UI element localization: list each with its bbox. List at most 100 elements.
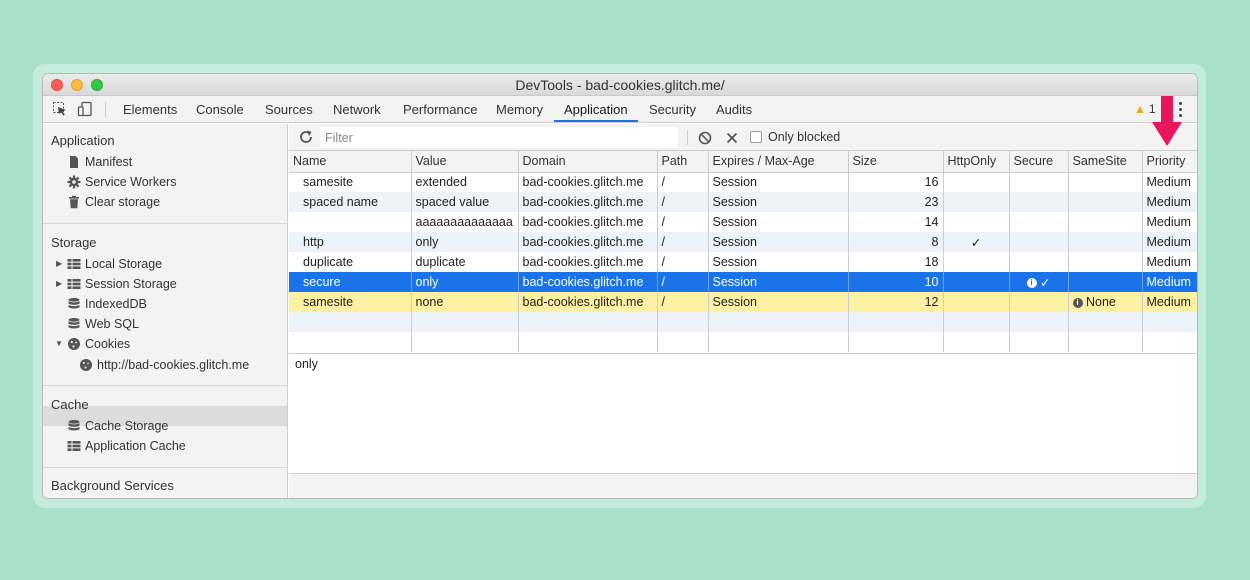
tab-memory[interactable]: Memory (496, 96, 543, 123)
sidebar-item-label: Local Storage (85, 257, 163, 271)
cell-samesite (1068, 212, 1143, 232)
cell-name: duplicate (289, 252, 412, 272)
cell-size: 12 (848, 292, 944, 312)
filter-input[interactable] (320, 127, 678, 148)
clear-all-icon[interactable] (697, 130, 713, 146)
cell-domain: bad-cookies.glitch.me (518, 292, 658, 312)
file-icon (70, 156, 78, 168)
active-tab-indicator (554, 120, 638, 122)
cell-samesite (1068, 232, 1143, 252)
devtools-window: DevTools - bad-cookies.glitch.me/ Elemen… (42, 73, 1198, 499)
refresh-icon[interactable] (298, 129, 314, 145)
column-header-value[interactable]: Value (411, 151, 519, 173)
cell-samesite (1068, 272, 1143, 292)
cookie-value-preview: only (289, 353, 1197, 473)
sidebar-item-cookie-origin[interactable]: http://bad-cookies.glitch.me (79, 355, 279, 375)
close-window-button[interactable] (51, 79, 63, 91)
tab-audits[interactable]: Audits (716, 96, 752, 123)
sidebar-heading-storage: Storage (51, 235, 97, 250)
panel-tab-bar: Elements Console Sources Network Perform… (43, 96, 1197, 123)
tab-sources[interactable]: Sources (265, 96, 313, 123)
cell-path: / (657, 272, 709, 292)
cell-priority: Medium (1142, 252, 1197, 272)
sidebar-item-label: Session Storage (85, 277, 177, 291)
table-row[interactable]: http only bad-cookies.glitch.me / Sessio… (289, 232, 1197, 252)
table-row[interactable]: aaaaaaaaaaaaaa bad-cookies.glitch.me / S… (289, 212, 1197, 232)
column-header-httponly[interactable]: HttpOnly (943, 151, 1010, 173)
table-row-warning[interactable]: samesite none bad-cookies.glitch.me / Se… (289, 292, 1197, 312)
sidebar-item-application-cache[interactable]: Application Cache (67, 436, 267, 456)
tab-network[interactable]: Network (333, 96, 381, 123)
device-toolbar-icon[interactable] (77, 101, 93, 117)
cell-value: spaced value (411, 192, 519, 212)
only-blocked-label: Only blocked (768, 130, 841, 144)
sidebar-item-web-sql[interactable]: Web SQL (67, 314, 267, 334)
tab-security[interactable]: Security (649, 96, 696, 123)
secure-check: ✓ (1040, 275, 1051, 290)
cell-name: spaced name (289, 192, 412, 212)
table-row[interactable]: spaced name spaced value bad-cookies.gli… (289, 192, 1197, 212)
minimize-window-button[interactable] (71, 79, 83, 91)
sidebar-item-label: Manifest (85, 155, 133, 169)
tab-elements[interactable]: Elements (123, 96, 177, 123)
delete-selected-icon[interactable] (724, 130, 740, 146)
column-header-size[interactable]: Size (848, 151, 944, 173)
column-header-expires[interactable]: Expires / Max-Age (708, 151, 849, 173)
cell-httponly (943, 172, 1010, 192)
column-header-priority[interactable]: Priority (1142, 151, 1197, 173)
zoom-window-button[interactable] (91, 79, 103, 91)
cell-value: extended (411, 172, 519, 192)
panel-footer (289, 473, 1197, 498)
cell-priority: Medium (1142, 272, 1197, 292)
cookies-table: Name Value Domain Path Expires / Max-Age… (289, 151, 1197, 352)
sidebar-item-service-workers[interactable]: Service Workers (67, 172, 267, 192)
sidebar-divider (43, 385, 288, 386)
cell-expires: Session (708, 272, 849, 292)
sidebar-item-session-storage[interactable]: Session Storage (67, 274, 267, 294)
table-row[interactable]: duplicate duplicate bad-cookies.glitch.m… (289, 252, 1197, 272)
sidebar-item-clear-storage[interactable]: Clear storage (67, 192, 267, 212)
column-header-name[interactable]: Name (289, 151, 412, 173)
tab-performance[interactable]: Performance (403, 96, 477, 123)
sidebar-divider (43, 223, 288, 224)
column-header-domain[interactable]: Domain (518, 151, 658, 173)
column-header-path[interactable]: Path (657, 151, 709, 173)
grid-icon (67, 259, 81, 269)
database-icon (68, 420, 80, 431)
sidebar-item-manifest[interactable]: Manifest (67, 152, 267, 172)
only-blocked-checkbox[interactable] (750, 131, 762, 143)
table-row[interactable]: samesite extended bad-cookies.glitch.me … (289, 172, 1197, 192)
info-icon[interactable]: i (1026, 278, 1037, 289)
tab-application[interactable]: Application (564, 96, 628, 123)
cell-domain: bad-cookies.glitch.me (518, 192, 658, 212)
expand-arrow-icon[interactable]: ▶ (56, 259, 62, 268)
sidebar-item-cache-storage[interactable]: Cache Storage (67, 416, 267, 436)
sidebar-item-indexeddb[interactable]: IndexedDB (67, 294, 267, 314)
cell-size: 10 (848, 272, 944, 292)
column-header-samesite[interactable]: SameSite (1068, 151, 1143, 173)
column-header-secure[interactable]: Secure (1009, 151, 1069, 173)
cookies-panel: Only blocked Name Value Domain Path Expi… (289, 124, 1197, 498)
cell-priority: Medium (1142, 212, 1197, 232)
samesite-value: None (1085, 295, 1116, 309)
expand-arrow-icon[interactable]: ▶ (56, 279, 62, 288)
inspect-element-icon[interactable] (52, 101, 68, 117)
tab-console[interactable]: Console (196, 96, 244, 123)
cell-path: / (657, 232, 709, 252)
cell-size: 18 (848, 252, 944, 272)
cell-expires: Session (708, 252, 849, 272)
sidebar-heading-application: Application (51, 133, 115, 148)
sidebar-item-local-storage[interactable]: Local Storage (67, 254, 267, 274)
sidebar-item-label: Service Workers (85, 175, 177, 189)
collapse-arrow-icon[interactable]: ▼ (55, 339, 63, 348)
sidebar-item-cookies[interactable]: Cookies (67, 334, 267, 354)
info-icon[interactable]: i (1072, 297, 1083, 308)
cell-expires: Session (708, 212, 849, 232)
warning-icon: ▲ (1134, 102, 1146, 116)
cell-samesite (1068, 192, 1143, 212)
table-row-selected[interactable]: secure only bad-cookies.glitch.me / Sess… (289, 272, 1197, 292)
cell-samesite: i None (1068, 292, 1143, 312)
cell-expires: Session (708, 232, 849, 252)
application-sidebar: Application Manifest Service Workers Cle… (43, 124, 288, 498)
window-title: DevTools - bad-cookies.glitch.me/ (515, 77, 725, 93)
